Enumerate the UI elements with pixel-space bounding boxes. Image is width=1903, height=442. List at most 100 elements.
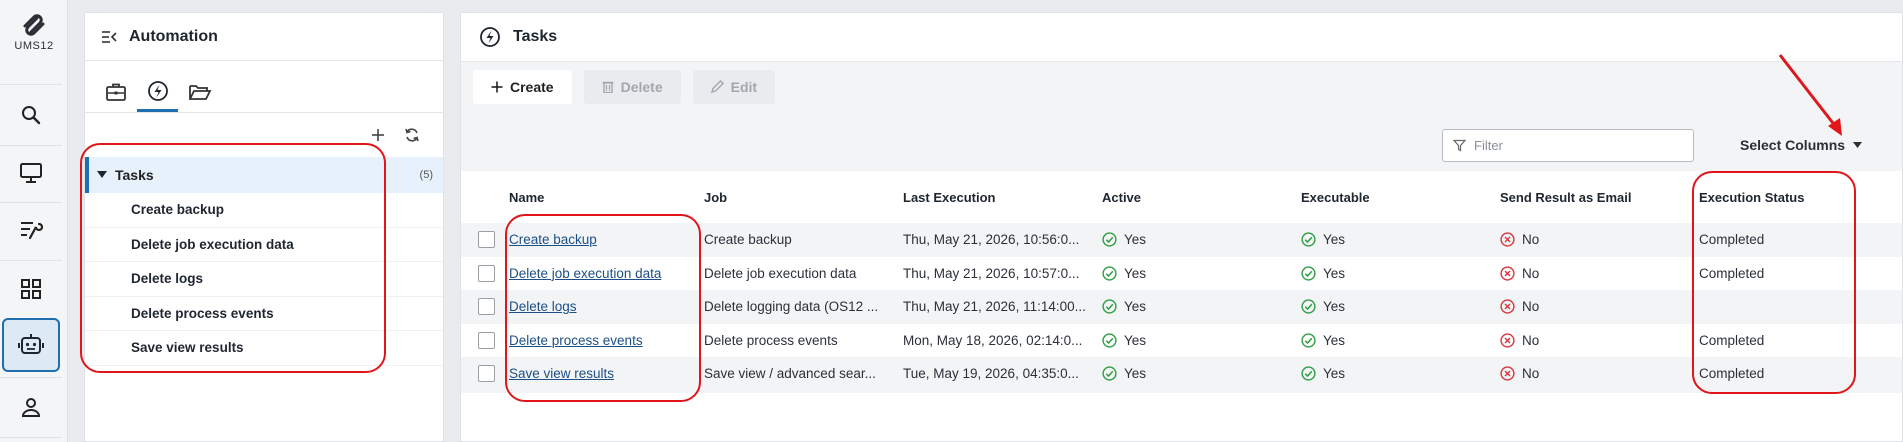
tab-tasks[interactable] xyxy=(137,72,178,112)
tree-item[interactable]: Save view results xyxy=(85,331,443,366)
table-row[interactable]: Save view results Save view / advanced se… xyxy=(461,357,1902,391)
rail-divider xyxy=(0,84,62,85)
plus-icon xyxy=(491,81,503,93)
robot-icon xyxy=(18,334,44,354)
execution-status-cell: Completed xyxy=(1699,265,1765,281)
column-header[interactable]: Name xyxy=(501,190,700,205)
filter-icon xyxy=(1453,139,1466,151)
plus-icon xyxy=(372,129,384,141)
task-name-cell: Save view results xyxy=(501,366,700,381)
create-button[interactable]: Create xyxy=(473,69,572,104)
row-checkbox-cell xyxy=(461,331,501,349)
rail-divider xyxy=(0,437,62,438)
table-row[interactable]: Delete logs Delete logging data (OS12 ...… xyxy=(461,290,1902,324)
check-circle-icon xyxy=(1301,299,1316,314)
column-header[interactable]: Job xyxy=(700,190,899,205)
tasks-panel: Tasks Create Delete Edit Filter Select C… xyxy=(460,12,1903,442)
tree-item[interactable]: Create backup xyxy=(85,193,443,228)
filter-row: Select Columns xyxy=(461,123,1902,167)
column-header[interactable]: Send Result as Email xyxy=(1496,190,1695,205)
collapse-menu-icon[interactable] xyxy=(101,30,117,44)
send-email-value: No xyxy=(1522,332,1540,348)
logo-icon xyxy=(23,14,45,36)
tools-icon xyxy=(21,222,43,240)
filter-input[interactable] xyxy=(1474,137,1674,153)
navigation-rail: UMS12 xyxy=(0,0,68,442)
tree-node-count: (5) xyxy=(419,169,433,181)
caret-down-icon[interactable] xyxy=(97,171,107,179)
executable-value: Yes xyxy=(1323,332,1346,348)
column-header[interactable]: Execution Status xyxy=(1695,190,1895,205)
monitor-icon xyxy=(20,163,42,183)
column-header[interactable]: Executable xyxy=(1297,190,1496,205)
row-checkbox[interactable] xyxy=(477,231,495,249)
search-icon xyxy=(22,106,41,125)
task-name-cell: Delete process events xyxy=(501,333,700,348)
add-button[interactable] xyxy=(361,128,395,142)
briefcase-icon xyxy=(105,83,126,101)
row-checkbox[interactable] xyxy=(477,298,495,316)
rail-item-configuration[interactable] xyxy=(0,203,62,257)
tree-node-label: Tasks xyxy=(115,167,154,183)
send-email-cell: No xyxy=(1496,232,1695,247)
table-row[interactable]: Delete job execution data Delete job exec… xyxy=(461,256,1902,290)
main-header: Tasks xyxy=(461,13,1902,61)
create-label: Create xyxy=(510,78,554,95)
column-header[interactable]: Last Execution xyxy=(899,190,1098,205)
row-checkbox[interactable] xyxy=(477,331,495,349)
table-header: Name Job Last Execution Active Executabl… xyxy=(461,171,1902,223)
row-checkbox-cell xyxy=(461,231,501,249)
task-name-cell: Delete logs xyxy=(501,299,700,314)
row-checkbox[interactable] xyxy=(477,264,495,282)
refresh-button[interactable] xyxy=(395,127,429,143)
last-execution-cell: Mon, May 18, 2026, 02:14:0... xyxy=(903,332,1083,348)
check-circle-icon xyxy=(1102,333,1117,348)
column-header[interactable]: Active xyxy=(1098,190,1297,205)
task-name-link[interactable]: Delete process events xyxy=(509,333,643,348)
content-area: Select Columns Name Job Last Execution A… xyxy=(461,111,1902,393)
delete-button[interactable]: Delete xyxy=(583,69,681,104)
check-circle-icon xyxy=(1102,232,1117,247)
task-name-link[interactable]: Save view results xyxy=(509,366,614,381)
executable-cell: Yes xyxy=(1297,299,1496,314)
delete-label: Delete xyxy=(620,78,663,95)
tree-item[interactable]: Delete process events xyxy=(85,297,443,331)
x-circle-icon xyxy=(1500,299,1515,314)
rail-item-user[interactable] xyxy=(0,380,62,434)
rail-item-automation[interactable] xyxy=(2,318,60,372)
job-cell: Delete logging data (OS12 ... xyxy=(704,299,879,315)
tab-folders[interactable] xyxy=(179,72,220,112)
task-name-cell: Create backup xyxy=(501,232,700,247)
task-name-link[interactable]: Delete logs xyxy=(509,299,577,314)
send-email-cell: No xyxy=(1496,266,1695,281)
check-circle-icon xyxy=(1102,366,1117,381)
rail-item-apps[interactable] xyxy=(0,262,62,316)
bolt-circle-icon xyxy=(479,26,501,48)
tree-item[interactable]: Delete job execution data xyxy=(85,228,443,262)
edit-button[interactable]: Edit xyxy=(692,69,776,104)
active-value: Yes xyxy=(1124,332,1147,348)
last-execution-cell: Thu, May 21, 2026, 10:57:0... xyxy=(903,265,1080,281)
table-row[interactable]: Delete process events Delete process even… xyxy=(461,323,1902,357)
pencil-icon xyxy=(710,80,724,93)
table-row[interactable]: Create backup Create backup Thu, May 21, 2… xyxy=(461,223,1902,257)
job-cell: Delete job execution data xyxy=(704,265,857,281)
panel-title: Automation xyxy=(129,27,218,45)
active-cell: Yes xyxy=(1098,366,1297,381)
tree-item[interactable]: Delete logs xyxy=(85,262,443,297)
job-cell: Create backup xyxy=(704,232,792,248)
rail-item-search[interactable] xyxy=(0,88,62,142)
refresh-icon xyxy=(405,128,419,142)
tab-jobs[interactable] xyxy=(95,72,136,112)
app-logo[interactable]: UMS12 xyxy=(0,12,68,52)
x-circle-icon xyxy=(1500,266,1515,281)
filter-box[interactable] xyxy=(1442,128,1694,162)
tasks-table: Name Job Last Execution Active Executabl… xyxy=(461,171,1902,391)
row-checkbox-cell xyxy=(461,264,501,282)
task-name-link[interactable]: Delete job execution data xyxy=(509,266,661,281)
active-value: Yes xyxy=(1124,232,1147,248)
row-checkbox[interactable] xyxy=(477,365,495,383)
rail-item-devices[interactable] xyxy=(0,146,62,200)
tree-node-tasks[interactable]: Tasks (5) xyxy=(85,157,443,193)
task-name-link[interactable]: Create backup xyxy=(509,232,597,247)
